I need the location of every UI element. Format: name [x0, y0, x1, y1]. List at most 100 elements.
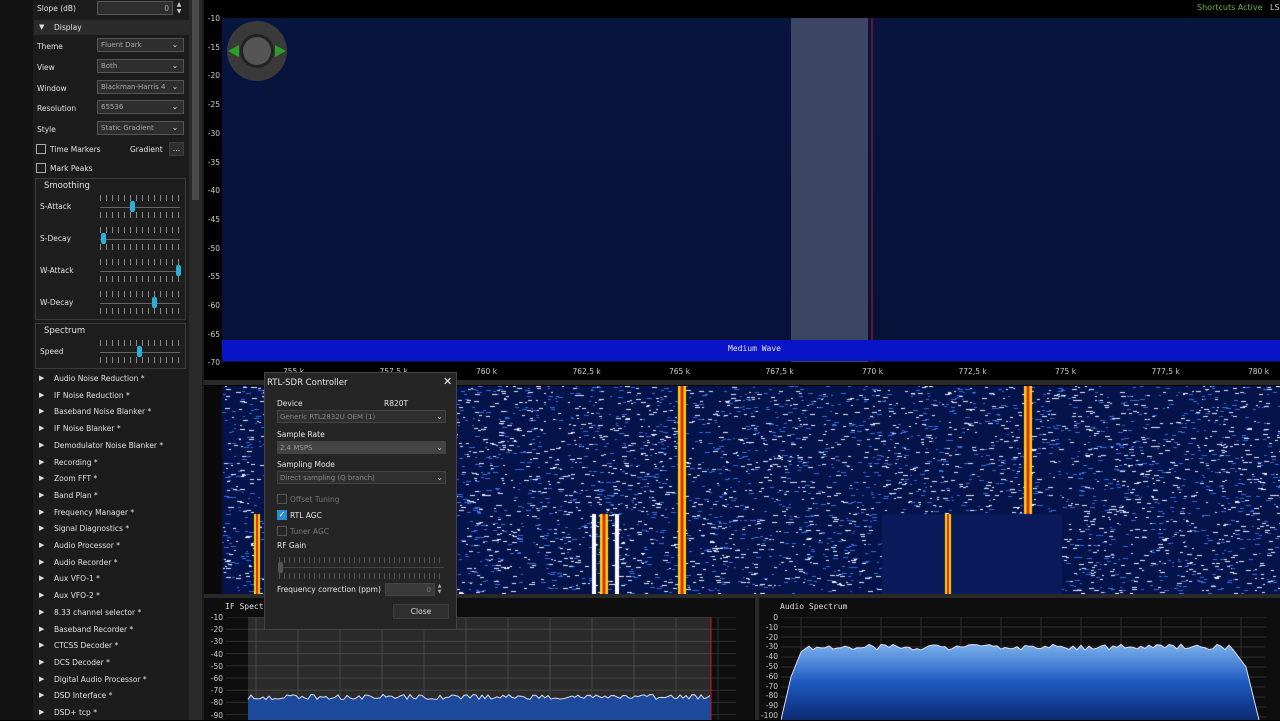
w-decay-slider[interactable] [100, 303, 180, 304]
freq-correction-label: Frequency correction (ppm) [277, 585, 381, 594]
sample-rate-select[interactable]: 2.4 MSPS ⌄ [277, 441, 446, 454]
spectrum-display[interactable] [222, 18, 1280, 362]
y-tick-label: -35 [207, 157, 220, 167]
plugin-item[interactable]: ▶ Audio Processor * [34, 538, 189, 554]
window-label: Window [37, 84, 67, 93]
if-y-tick-label: -30 [210, 637, 223, 647]
plugin-item[interactable]: ▶ 8.33 channel selector * [34, 605, 189, 621]
plugin-item[interactable]: ▶ Band Plan * [34, 488, 189, 504]
collapsed-triangle-icon: ▶ [39, 374, 45, 382]
audio-spectrum-title: Audio Spectrum [780, 602, 848, 611]
close-icon[interactable]: ✕ [443, 375, 452, 388]
freq-correction-spin-buttons[interactable]: ▲ ▼ [435, 583, 444, 596]
device-select[interactable]: Generic RTL2832U OEM (1) ⌄ [277, 410, 446, 423]
shortcuts-status: Shortcuts Active [1197, 3, 1263, 12]
plugin-item[interactable]: ▶ Audio Recorder * [34, 555, 189, 571]
collapsed-triangle-icon: ▶ [39, 657, 45, 666]
if-y-tick-label: -50 [210, 661, 223, 671]
rf-gain-slider[interactable] [279, 567, 444, 568]
plugin-item[interactable]: ▶ IF Noise Reduction * [34, 388, 189, 404]
y-tick-label: -50 [207, 243, 220, 253]
sampling-mode-select[interactable]: Direct sampling (Q branch) ⌄ [277, 471, 446, 484]
left-toolbar-strip [0, 0, 33, 720]
close-button[interactable]: Close [393, 604, 449, 619]
resolution-select[interactable]: 65536 ⌄ [97, 100, 184, 114]
mark-peaks-label: Mark Peaks [50, 164, 93, 173]
s-attack-slider[interactable] [100, 207, 180, 208]
if-y-tick-label: -10 [210, 613, 223, 622]
sample-rate-label: Sample Rate [277, 430, 325, 439]
time-markers-checkbox[interactable] [36, 144, 46, 154]
settings-scrollbar-thumb[interactable] [192, 0, 199, 200]
collapsed-triangle-icon: ▶ [39, 557, 45, 566]
chevron-down-icon: ⌄ [171, 102, 179, 111]
theme-select[interactable]: Fluent Dark ⌄ [97, 38, 184, 52]
slope-spin-buttons[interactable]: ▲ ▼ [174, 1, 184, 15]
gradient-button[interactable]: ... [169, 142, 184, 156]
audio-y-tick-label: -80 [765, 691, 778, 701]
s-decay-slider-thumb[interactable] [101, 233, 106, 244]
collapsed-triangle-icon: ▶ [39, 607, 45, 616]
audio-y-tick-label: -70 [765, 681, 778, 691]
smoothing-title: Smoothing [44, 181, 90, 191]
plugin-item[interactable]: ▶ Recording * [34, 455, 189, 471]
offset-tuning-checkbox[interactable] [277, 494, 287, 504]
if-y-tick-label: -80 [210, 698, 223, 708]
y-tick-label: -15 [207, 42, 220, 52]
w-attack-slider[interactable] [100, 271, 180, 272]
speed-label: Speed [40, 347, 64, 356]
display-section-header[interactable]: ▼ Display [34, 20, 189, 35]
window-select[interactable]: Blackman-Harris 4 ⌄ [97, 80, 184, 94]
style-select[interactable]: Static Gradient ⌄ [97, 121, 184, 135]
mark-peaks-checkbox[interactable] [36, 163, 46, 173]
x-tick-label: 772,5 k [958, 367, 987, 376]
plugin-item[interactable]: ▶ CTCSS Decoder * [34, 638, 189, 654]
w-attack-slider-thumb[interactable] [176, 265, 181, 276]
tuner-agc-label: Tuner AGC [290, 527, 330, 536]
view-select[interactable]: Both ⌄ [97, 59, 184, 73]
w-decay-slider-thumb[interactable] [152, 297, 157, 308]
time-markers-label: Time Markers [50, 145, 101, 154]
collapsed-triangle-icon: ▶ [39, 641, 45, 650]
s-attack-label: S-Attack [40, 202, 72, 211]
if-spectrum-display[interactable] [226, 617, 736, 720]
s-decay-slider[interactable] [100, 239, 180, 240]
plugin-item[interactable]: ▶ Aux VFO-2 * [34, 588, 189, 604]
plugin-item[interactable]: ▶ Signal Diagnostics * [34, 521, 189, 537]
plugin-item[interactable]: ▶ DSD+ tcp * [34, 705, 189, 721]
if-y-tick-label: -20 [210, 625, 223, 635]
rf-gain-slider-thumb[interactable] [278, 562, 283, 573]
slope-input[interactable]: 0 [97, 1, 173, 15]
x-tick-label: 762,5 k [572, 367, 601, 376]
rf-gain-label: RF Gain [277, 541, 307, 550]
plugin-item[interactable]: ▶ Frequency Manager * [34, 505, 189, 521]
plugin-item[interactable]: ▶ Digital Audio Processor * [34, 672, 189, 688]
collapsed-triangle-icon: ▶ [39, 474, 45, 483]
filter-bandwidth-overlay[interactable] [791, 18, 868, 362]
style-label: Style [37, 125, 56, 134]
y-tick-label: -40 [207, 186, 220, 196]
x-tick-label: 767,5 k [765, 367, 794, 376]
plugin-item[interactable]: ▶ Aux VFO-1 * [34, 571, 189, 587]
speed-slider-thumb[interactable] [137, 346, 142, 357]
plugin-item[interactable]: ▶ Demodulator Noise Blanker * [34, 438, 189, 454]
audio-spectrum-display[interactable] [781, 617, 1266, 720]
if-y-tick-label: -70 [210, 686, 223, 696]
plugin-item[interactable]: ▶ Zoom FFT * [34, 471, 189, 487]
plugin-item[interactable]: ▶ Audio Noise Reduction * [34, 371, 189, 387]
plugin-item[interactable]: ▶ DCS Decoder * [34, 655, 189, 671]
plugin-item[interactable]: ▶ Baseband Recorder * [34, 622, 189, 638]
plugin-item[interactable]: ▶ DSD Interface * [34, 688, 189, 704]
volume-knob[interactable] [224, 18, 290, 84]
plugin-item[interactable]: ▶ IF Noise Blanker * [34, 421, 189, 437]
tuner-label: R820T [384, 399, 409, 408]
waterfall-gutter [204, 386, 222, 594]
expanded-triangle-icon: ▼ [39, 23, 45, 31]
plugin-item[interactable]: ▶ Baseband Noise Blanker * [34, 404, 189, 420]
rtl-agc-checkbox[interactable]: ✓ [277, 510, 287, 520]
tuner-agc-checkbox[interactable] [277, 526, 287, 536]
s-attack-slider-thumb[interactable] [130, 201, 135, 212]
audio-y-tick-label: -100 [760, 711, 778, 720]
freq-correction-input[interactable]: 0 [385, 583, 435, 596]
chevron-down-icon: ⌄ [436, 473, 443, 482]
